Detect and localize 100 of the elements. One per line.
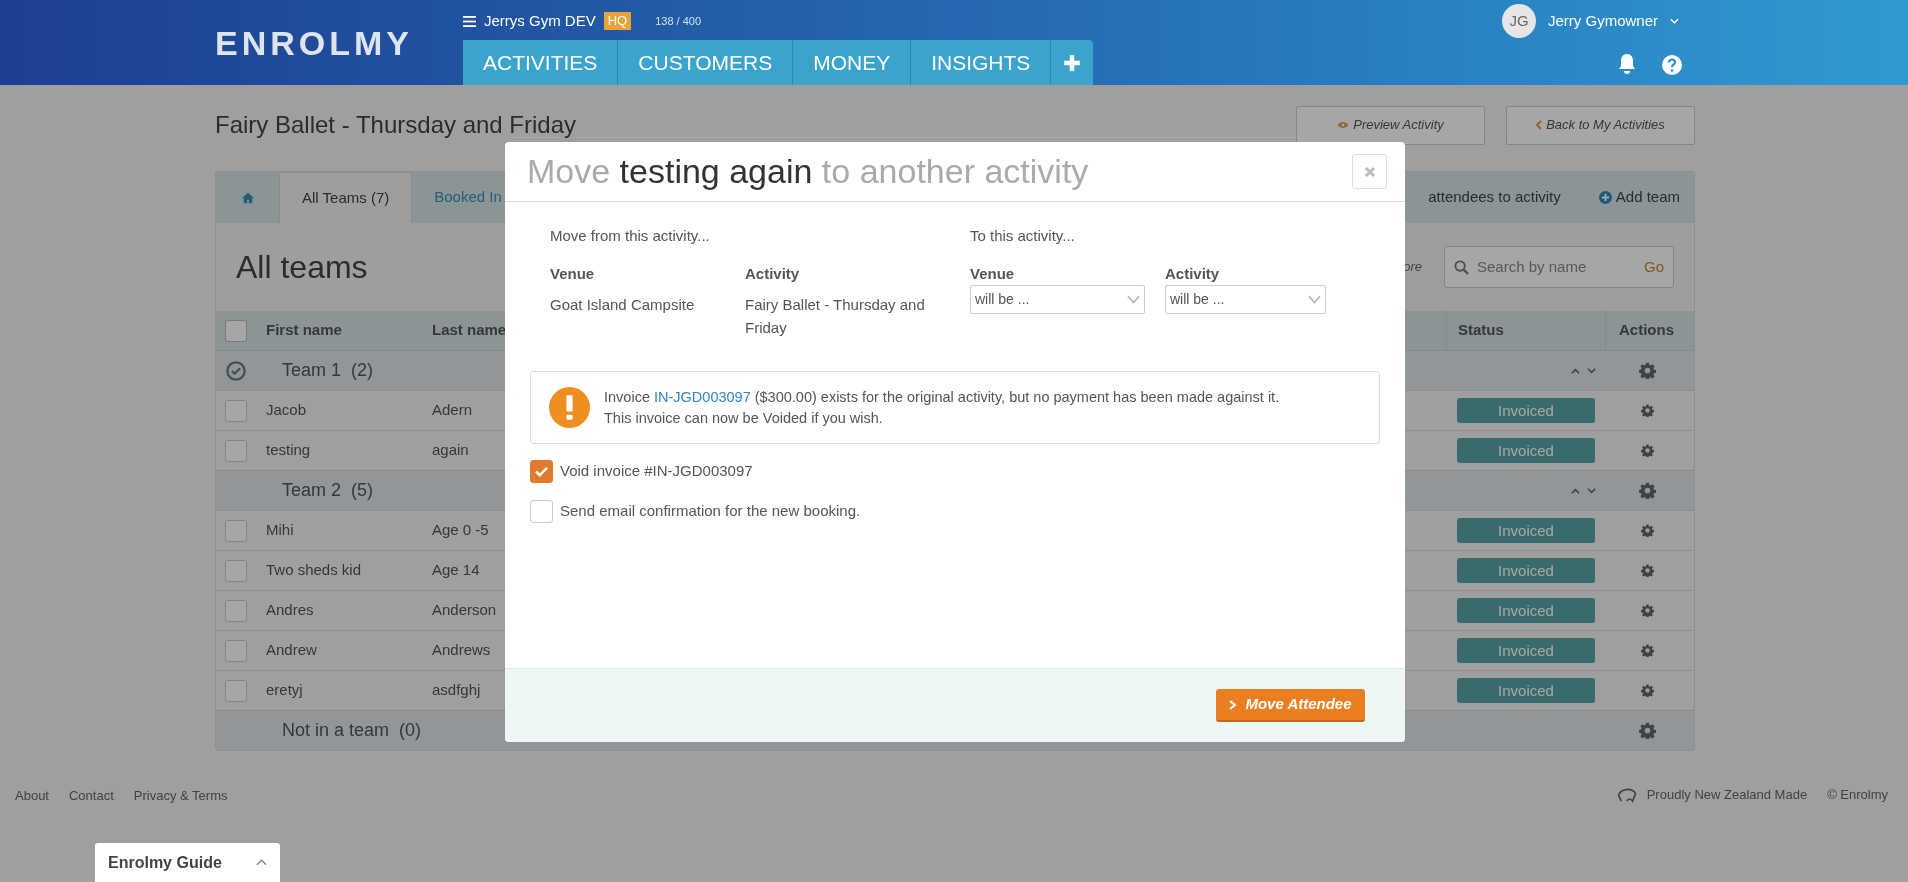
row-checkbox[interactable] xyxy=(225,559,247,582)
search-field[interactable]: Search by name Go xyxy=(1444,246,1674,288)
row-checkbox[interactable] xyxy=(225,439,247,462)
add-team-button[interactable]: Add team xyxy=(1598,186,1680,209)
gear-icon[interactable] xyxy=(1641,644,1654,657)
footer-link[interactable]: Contact xyxy=(69,786,114,806)
footer-link[interactable]: About xyxy=(15,786,49,806)
gear-icon[interactable] xyxy=(1641,684,1654,697)
table-cell-text: Andrews xyxy=(432,640,491,661)
section-label: To this activity... xyxy=(970,226,1076,246)
guide-tab[interactable]: Enrolmy Guide xyxy=(95,843,280,882)
status-badge: Invoiced xyxy=(1457,598,1595,623)
go-button[interactable]: Go xyxy=(1644,255,1664,279)
status-badge: Invoiced xyxy=(1457,558,1595,583)
gear-icon[interactable] xyxy=(1641,404,1654,417)
table-cell-text: testing xyxy=(266,440,311,461)
table-cell-text: Jacob xyxy=(266,400,307,421)
venue-value: Goat Island Campsite xyxy=(550,295,696,315)
plus-icon xyxy=(1063,53,1082,72)
plus-circle-icon xyxy=(1598,191,1612,204)
tagline: Proudly New Zealand Made xyxy=(1646,786,1808,804)
field-label: Venue xyxy=(550,264,596,284)
team-name: Team 1 (2) xyxy=(282,359,374,382)
warning-icon xyxy=(549,387,590,428)
dialog-title: Move testing again to another activity xyxy=(527,151,1089,192)
chevron-right-icon xyxy=(1229,699,1238,710)
checkbox[interactable] xyxy=(530,500,553,523)
team-name: Not in a team (0) xyxy=(282,719,422,742)
table-cell-text: Andres xyxy=(266,600,314,621)
status-badge: Invoiced xyxy=(1457,438,1595,463)
tab[interactable]: All Teams (7) xyxy=(279,172,413,223)
notification-bell-icon[interactable] xyxy=(1617,53,1637,75)
section-label: Move from this activity... xyxy=(550,226,711,246)
close-icon xyxy=(1363,165,1376,178)
row-checkbox[interactable] xyxy=(225,599,247,622)
back-button[interactable]: Back to My Activities xyxy=(1506,105,1695,145)
move-attendee-button[interactable]: Move Attendee xyxy=(1216,689,1365,722)
field-label: Activity xyxy=(745,264,801,284)
close-button[interactable] xyxy=(1352,154,1387,189)
add-button[interactable] xyxy=(1051,40,1094,85)
team-name: Team 2 (5) xyxy=(282,479,374,502)
user-avatar[interactable]: JG xyxy=(1502,4,1536,38)
select-field[interactable]: will be ... xyxy=(1165,285,1326,314)
menu-icon[interactable] xyxy=(463,15,476,27)
chevron-left-icon xyxy=(1536,120,1543,130)
caret-icon xyxy=(1670,18,1680,24)
status-badge: Invoiced xyxy=(1457,678,1595,703)
gear-icon[interactable] xyxy=(1641,524,1654,537)
table-cell-text: again xyxy=(432,440,469,461)
gear-icon[interactable] xyxy=(1639,482,1656,499)
chevron-down-icon xyxy=(1308,295,1321,304)
help-icon[interactable] xyxy=(1662,55,1682,75)
table-cell-text: Age 0 -5 xyxy=(432,520,489,541)
column-header[interactable]: First name xyxy=(256,319,432,342)
caret-up-icon xyxy=(256,859,267,866)
select-all-checkbox[interactable] xyxy=(225,319,247,342)
gear-icon[interactable] xyxy=(1641,444,1654,457)
select-field[interactable]: will be ... xyxy=(970,285,1145,314)
checkbox[interactable] xyxy=(530,460,553,483)
gear-icon[interactable] xyxy=(1639,722,1656,739)
org-badge: HQ xyxy=(603,12,632,31)
status-badge: Invoiced xyxy=(1457,398,1595,423)
checkbox-label: Void invoice #IN-JGD003097 xyxy=(560,461,753,482)
gear-icon[interactable] xyxy=(1641,564,1654,577)
nav-tab[interactable]: CUSTOMERS xyxy=(618,40,794,85)
gear-icon[interactable] xyxy=(1639,362,1656,379)
table-cell-text: Adern xyxy=(432,400,473,421)
tab[interactable]: Booked In xyxy=(412,172,524,223)
nav-tab[interactable]: MONEY xyxy=(793,40,912,85)
row-checkbox[interactable] xyxy=(225,639,247,662)
nav-tab[interactable]: ACTIVITIES xyxy=(463,40,619,85)
nav-tab[interactable]: INSIGHTS xyxy=(911,40,1052,85)
checkbox-label: Send email confirmation for the new booking. xyxy=(560,501,861,522)
alert-message: Invoice IN-JGD003097 ($300.00) exists for the original activity, but no payment has been made against it. This invoice can now be Voided if you wish. xyxy=(604,387,1280,428)
checkmark-icon xyxy=(534,466,549,477)
gear-icon[interactable] xyxy=(1641,604,1654,617)
table-cell-text: Andrew xyxy=(266,640,317,661)
invoice-link[interactable]: IN-JGD003097 xyxy=(654,388,751,405)
table-cell-text: asdfghj xyxy=(432,680,481,701)
usage-count: 138 / 400 xyxy=(655,14,702,29)
footer-link[interactable]: Privacy & Terms xyxy=(133,786,228,806)
row-checkbox[interactable] xyxy=(225,399,247,422)
row-checkbox[interactable] xyxy=(225,679,247,702)
table-cell-text: Two sheds kid xyxy=(266,560,362,581)
field-label: Venue xyxy=(970,264,1016,284)
activity-value: Fairy Ballet - Thursday and Friday xyxy=(745,295,926,338)
field-label: Activity xyxy=(1165,264,1221,284)
organisation-name[interactable]: Jerrys Gym DEV xyxy=(484,10,596,33)
copyright: © Enrolmy xyxy=(1827,786,1888,804)
table-cell-text: eretyj xyxy=(266,680,303,701)
row-checkbox[interactable] xyxy=(225,519,247,542)
table-cell-text: Age 14 xyxy=(432,560,480,581)
chevron-down-icon xyxy=(1127,295,1140,304)
preview-button[interactable]: Preview Activity xyxy=(1296,105,1485,145)
home-icon xyxy=(240,191,255,204)
add-attendees-link[interactable]: attendees to activity xyxy=(1428,186,1561,209)
table-cell-text: Anderson xyxy=(432,600,497,621)
status-badge: Invoiced xyxy=(1457,638,1595,663)
user-name[interactable]: Jerry Gymowner xyxy=(1548,9,1659,33)
logo[interactable]: ENROLMY xyxy=(215,18,413,69)
